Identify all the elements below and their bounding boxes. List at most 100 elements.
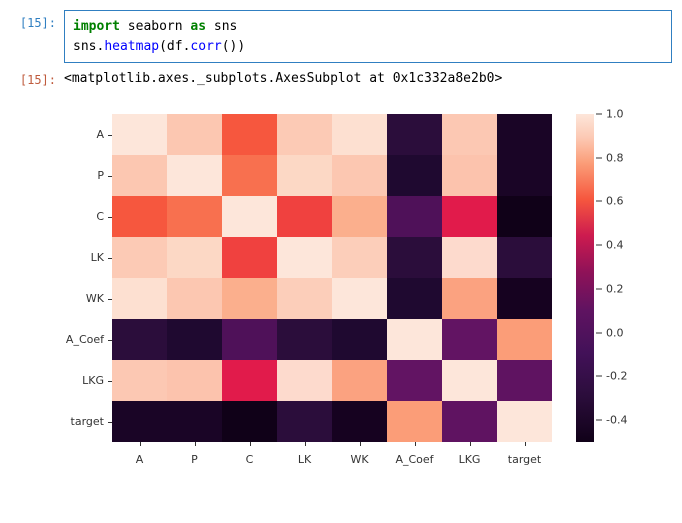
heatmap-cell xyxy=(112,114,167,155)
heatmap-cell xyxy=(222,278,277,319)
y-tick-label: C xyxy=(64,196,108,237)
x-tick-label: LKG xyxy=(442,453,497,466)
heatmap-cell xyxy=(442,401,497,442)
heatmap-cell xyxy=(332,237,387,278)
colorbar-gradient xyxy=(576,114,594,442)
x-tick-label: WK xyxy=(332,453,387,466)
heatmap-cell xyxy=(497,114,552,155)
heatmap-cell xyxy=(112,155,167,196)
colorbar-axes: 1.00.80.60.40.20.0-0.2-0.4 xyxy=(576,114,594,442)
x-tick-marks xyxy=(112,442,552,446)
heatmap-cell xyxy=(442,237,497,278)
heatmap-cell xyxy=(387,360,442,401)
heatmap-cell xyxy=(332,114,387,155)
heatmap-cell xyxy=(332,319,387,360)
heatmap-cell xyxy=(497,196,552,237)
input-cell: [15]: import seaborn as sns sns.heatmap(… xyxy=(10,10,672,63)
heatmap-cell xyxy=(167,278,222,319)
heatmap-cell xyxy=(167,401,222,442)
heatmap-cell xyxy=(497,155,552,196)
colorbar-tick: -0.4 xyxy=(596,414,627,427)
heatmap-cell xyxy=(112,196,167,237)
y-tick-label: A xyxy=(64,114,108,155)
heatmap-cell xyxy=(387,196,442,237)
heatmap-axes: APCLKWKA_CoefLKGtarget APCLKWKA_CoefLKGt… xyxy=(112,114,552,442)
heatmap-cell xyxy=(277,155,332,196)
heatmap-cell xyxy=(497,278,552,319)
y-axis-labels: APCLKWKA_CoefLKGtarget xyxy=(64,114,108,442)
heatmap-cell xyxy=(277,237,332,278)
heatmap-cell xyxy=(167,360,222,401)
heatmap-cell xyxy=(167,155,222,196)
heatmap-cell xyxy=(112,360,167,401)
heatmap-cell xyxy=(222,237,277,278)
heatmap-cell xyxy=(387,278,442,319)
y-tick-label: LKG xyxy=(64,360,108,401)
heatmap-cell xyxy=(497,319,552,360)
output-prompt: [15]: xyxy=(10,67,64,90)
heatmap-cell xyxy=(222,319,277,360)
colorbar-tick: 0.2 xyxy=(596,282,624,295)
colorbar-tick: 1.0 xyxy=(596,108,624,121)
heatmap-cell xyxy=(497,360,552,401)
x-tick-label: target xyxy=(497,453,552,466)
heatmap-cell xyxy=(277,319,332,360)
heatmap-cell xyxy=(222,155,277,196)
y-tick-label: LK xyxy=(64,237,108,278)
output-repr: <matplotlib.axes._subplots.AxesSubplot a… xyxy=(64,67,502,90)
heatmap-cell xyxy=(277,278,332,319)
heatmap-cell xyxy=(277,401,332,442)
heatmap-cell xyxy=(332,196,387,237)
input-prompt: [15]: xyxy=(10,10,64,63)
fn-corr: corr xyxy=(190,39,221,54)
heatmap-cell xyxy=(387,155,442,196)
y-tick-label: target xyxy=(64,401,108,442)
heatmap-cell xyxy=(442,360,497,401)
heatmap-cell xyxy=(497,237,552,278)
heatmap-cell xyxy=(222,360,277,401)
heatmap-cell xyxy=(387,401,442,442)
heatmap-cell xyxy=(112,401,167,442)
heatmap-cell xyxy=(167,114,222,155)
heatmap-cell xyxy=(442,114,497,155)
fn-heatmap: heatmap xyxy=(104,39,159,54)
heatmap-cell xyxy=(277,196,332,237)
code-editor[interactable]: import seaborn as sns sns.heatmap(df.cor… xyxy=(64,10,672,63)
heatmap-cell xyxy=(222,114,277,155)
heatmap-cell xyxy=(167,196,222,237)
heatmap-cell xyxy=(387,237,442,278)
heatmap-cell xyxy=(112,278,167,319)
heatmap-figure: APCLKWKA_CoefLKGtarget APCLKWKA_CoefLKGt… xyxy=(64,94,672,442)
x-tick-label: P xyxy=(167,453,222,466)
heatmap-cell xyxy=(442,155,497,196)
output-cell: [15]: <matplotlib.axes._subplots.AxesSub… xyxy=(10,67,672,90)
colorbar-tick: 0.8 xyxy=(596,151,624,164)
x-tick-label: A_Coef xyxy=(387,453,442,466)
heatmap-cell xyxy=(497,401,552,442)
x-tick-label: A xyxy=(112,453,167,466)
y-tick-label: WK xyxy=(64,278,108,319)
keyword-import: import xyxy=(73,19,120,34)
colorbar: 1.00.80.60.40.20.0-0.2-0.4 xyxy=(576,114,594,442)
heatmap-cell xyxy=(222,196,277,237)
colorbar-tick: 0.6 xyxy=(596,195,624,208)
heatmap-cell xyxy=(387,114,442,155)
heatmap-cell xyxy=(387,319,442,360)
heatmap-cell xyxy=(112,237,167,278)
heatmap-cell xyxy=(442,278,497,319)
x-tick-label: LK xyxy=(277,453,332,466)
heatmap-cell xyxy=(332,360,387,401)
heatmap-cell xyxy=(277,114,332,155)
heatmap-grid xyxy=(112,114,552,442)
heatmap-cell xyxy=(167,237,222,278)
x-axis-labels: APCLKWKA_CoefLKGtarget xyxy=(112,453,552,466)
heatmap-cell xyxy=(442,196,497,237)
colorbar-tick: -0.2 xyxy=(596,370,627,383)
heatmap-cell xyxy=(332,401,387,442)
colorbar-tick: 0.4 xyxy=(596,239,624,252)
keyword-as: as xyxy=(190,19,206,34)
x-tick-label: C xyxy=(222,453,277,466)
heatmap-cell xyxy=(112,319,167,360)
y-tick-label: A_Coef xyxy=(64,319,108,360)
y-tick-label: P xyxy=(64,155,108,196)
